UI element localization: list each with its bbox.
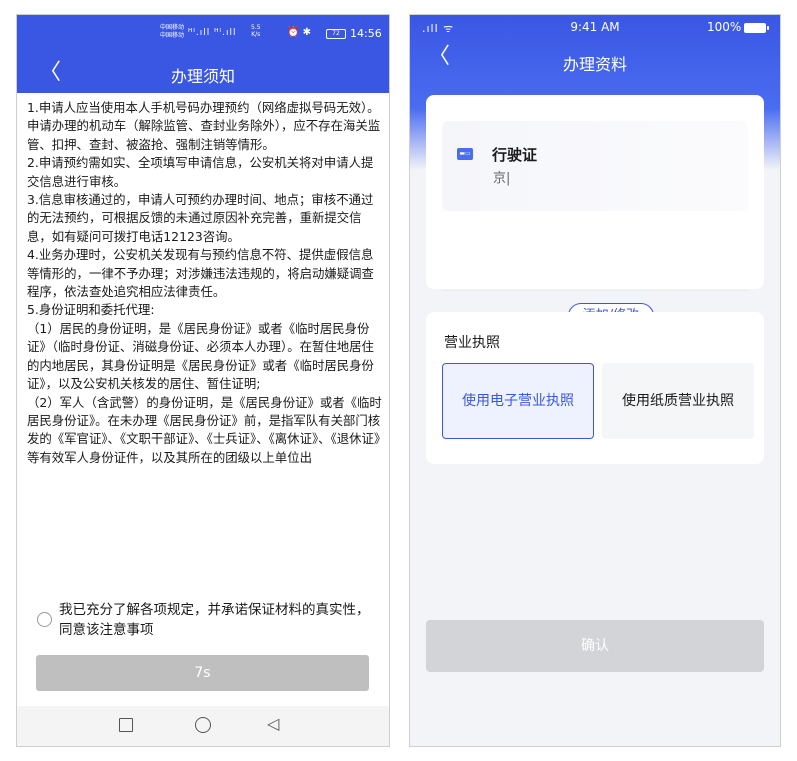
confirm-button[interactable]: 确认 <box>426 620 764 672</box>
nav-bar: 〈 办理须知 <box>17 55 389 93</box>
materials-screen: .ıll ᯤ 9:41 AM 100% 〈 办理资料 添加/修改 ▬▭ 行驶证 … <box>409 14 781 747</box>
carrier-label: 中国移动 中国移动 <box>159 24 184 39</box>
notice-paragraph: 2.申请预约需如实、全项填写申请信息，公安机关将对申请人提交信息进行审核。 <box>27 155 374 189</box>
notice-paragraph: （2）军人（含武警）的身份证明，是《居民身份证》或者《临时居民身份证》。在未办理… <box>27 394 382 465</box>
signal-icon: ᴴᴵ.ıll ᴴᴵ.ıll <box>188 28 237 38</box>
back-triangle-icon[interactable]: ◁ <box>267 715 279 733</box>
home-icon[interactable] <box>195 717 211 733</box>
electronic-license-option[interactable]: 使用电子营业执照 <box>442 363 594 439</box>
divider <box>442 290 748 291</box>
battery-icon <box>744 23 769 33</box>
license-card-icon: ▬▭ <box>457 148 473 160</box>
battery-icon: 72 <box>326 29 346 39</box>
paper-license-option[interactable]: 使用纸质营业执照 <box>602 363 754 439</box>
license-panel <box>442 121 748 211</box>
notice-paragraph: 4.业务办理时，公安机关发现有与预约信息不符、提供虚假信息等情形的，一律不予办理… <box>27 247 374 300</box>
license-title: 行驶证 <box>492 146 538 164</box>
status-time: 14:56 <box>350 27 382 40</box>
license-value: 京| <box>493 171 511 186</box>
countdown-button[interactable]: 7s <box>36 655 369 691</box>
page-title: 办理资料 <box>562 55 627 74</box>
vehicle-license-card: 添加/修改 <box>426 95 764 329</box>
status-bar: 中国移动 中国移动 ᴴᴵ.ıll ᴴᴵ.ıll 5.5 K/s ⏰ ✱ 72 1… <box>17 15 389 55</box>
system-nav-bar: ◁ <box>17 706 389 746</box>
notice-content[interactable]: 1.申请人应当使用本人手机号码办理预约（网络虚拟号码无效）。申请办理的机动车（解… <box>27 99 383 586</box>
battery-percent: 100% <box>707 20 742 34</box>
agreement-text: 我已充分了解各项规定，并承诺保证材料的真实性，同意该注意事项 <box>59 602 370 638</box>
business-license-label: 营业执照 <box>444 335 500 351</box>
agreement-row[interactable]: 我已充分了解各项规定，并承诺保证材料的真实性，同意该注意事项 <box>37 600 382 642</box>
net-speed: 5.5 K/s <box>251 24 261 38</box>
recent-apps-icon[interactable] <box>119 718 133 732</box>
notice-paragraph: 3.信息审核通过的，申请人可预约办理时间、地点；审核不通过的无法预约，可根据反馈… <box>27 192 374 244</box>
business-license-card: 营业执照 使用电子营业执照 使用纸质营业执照 <box>426 312 764 464</box>
notice-paragraph: 5.身份证明和委托代理: <box>27 302 155 318</box>
agree-radio[interactable] <box>37 612 52 627</box>
notice-paragraph: （1）居民的身份证明，是《居民身份证》或者《临时居民身份证》（临时身份证、消磁身… <box>27 320 374 392</box>
notice-screen: 中国移动 中国移动 ᴴᴵ.ıll ᴴᴵ.ıll 5.5 K/s ⏰ ✱ 72 1… <box>16 14 390 747</box>
page-title: 办理须知 <box>170 67 235 86</box>
alarm-bluetooth-icon: ⏰ ✱ <box>287 27 312 38</box>
status-bar: .ıll ᯤ 9:41 AM 100% <box>410 15 780 41</box>
notice-paragraph: 1.申请人应当使用本人手机号码办理预约（网络虚拟号码无效）。申请办理的机动车（解… <box>27 100 381 152</box>
